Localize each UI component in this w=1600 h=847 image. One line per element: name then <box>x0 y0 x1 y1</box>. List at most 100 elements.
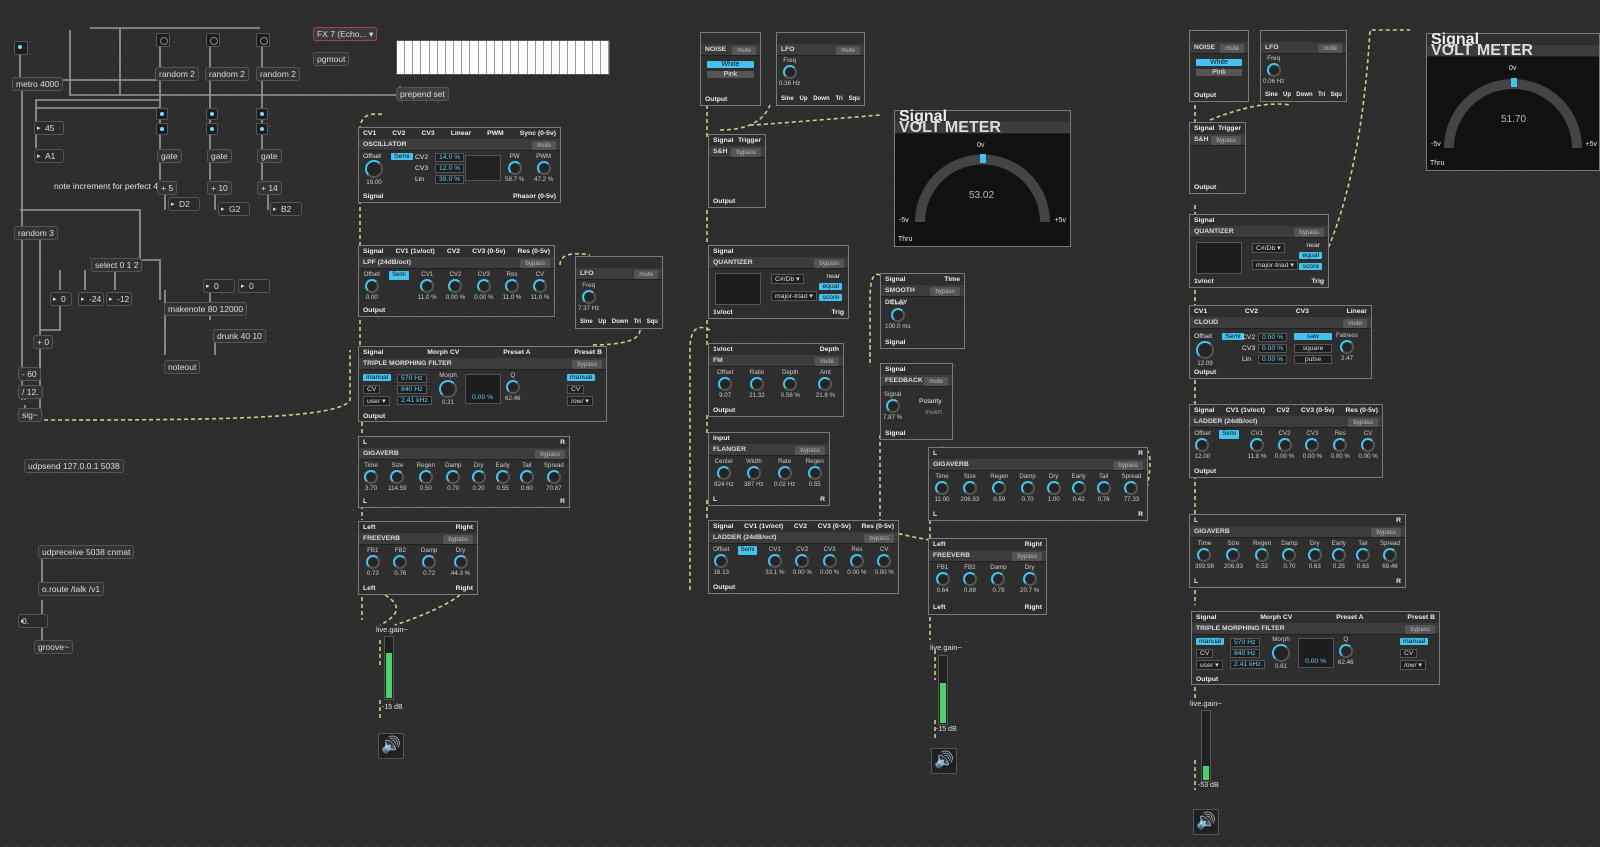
dry-knob[interactable] <box>1022 572 1037 586</box>
cv-knob[interactable] <box>532 279 547 293</box>
gate-toggle-1[interactable] <box>156 108 168 120</box>
q-knob[interactable] <box>505 380 520 394</box>
metro-object[interactable]: metro 4000 <box>12 77 63 91</box>
udpsend-object[interactable]: udpsend 127.0.0.1 5038 <box>24 459 124 473</box>
mute-button[interactable]: mute <box>1343 318 1367 328</box>
bypass-button[interactable]: bypass <box>1405 624 1435 634</box>
gain-slider-3[interactable] <box>1201 710 1211 782</box>
cv1-knob[interactable] <box>767 554 782 568</box>
cv-knob[interactable] <box>877 554 892 568</box>
fb1-knob[interactable] <box>365 555 380 569</box>
offset-knob[interactable] <box>1196 341 1214 359</box>
add-10-object[interactable]: + 10 <box>207 181 232 195</box>
quantizer-keys-display[interactable] <box>715 273 761 305</box>
semi-toggle[interactable]: Semi <box>1222 333 1244 340</box>
offset-knob[interactable] <box>1195 438 1210 452</box>
center-knob[interactable] <box>716 466 731 480</box>
bang-button-2[interactable] <box>206 33 220 47</box>
gate-toggle-5[interactable] <box>206 123 218 135</box>
minus-60-object[interactable]: - 60 <box>18 367 41 381</box>
gain-slider-2[interactable] <box>938 655 948 725</box>
bypass-button[interactable]: bypass <box>1294 227 1324 237</box>
equal-button[interactable]: equal <box>1299 252 1322 259</box>
semi-toggle[interactable]: Semi <box>389 271 409 280</box>
divide-12-object[interactable]: / 12. <box>18 385 43 399</box>
cv-knob[interactable] <box>1361 438 1376 452</box>
key-menu[interactable]: C#/Db ▾ <box>771 274 804 284</box>
equal-button[interactable]: equal <box>819 283 842 290</box>
regen-knob[interactable] <box>992 481 1007 495</box>
mute-button[interactable]: mute <box>836 45 860 55</box>
float-number-box[interactable]: 0. <box>18 614 48 628</box>
width-knob[interactable] <box>746 466 761 480</box>
fb1-knob[interactable] <box>935 572 950 586</box>
time-knob[interactable] <box>890 308 905 322</box>
morph-knob[interactable] <box>1272 644 1290 662</box>
semi-toggle[interactable]: Semi <box>391 153 413 160</box>
regen-knob[interactable] <box>1255 548 1270 562</box>
bypass-button[interactable]: bypass <box>1348 417 1378 427</box>
freq-knob[interactable] <box>782 65 797 79</box>
cv2-knob[interactable] <box>1277 438 1292 452</box>
makenote-object[interactable]: makenote 80 12000 <box>164 302 248 316</box>
drunk-object[interactable]: drunk 40 10 <box>213 329 266 343</box>
dry-knob[interactable] <box>1046 481 1061 495</box>
res-knob[interactable] <box>505 279 520 293</box>
number-box-neg12[interactable]: -12 <box>106 292 132 306</box>
freq-knob[interactable] <box>581 290 596 304</box>
spread-knob[interactable] <box>1382 548 1397 562</box>
bypass-button[interactable]: bypass <box>572 359 602 369</box>
speaker-icon-2[interactable]: 🔊 <box>931 748 957 774</box>
spread-knob[interactable] <box>1124 481 1139 495</box>
res-knob[interactable] <box>849 554 864 568</box>
oroute-object[interactable]: o.route /talk /v1 <box>38 582 105 596</box>
speaker-icon-3[interactable]: 🔊 <box>1193 809 1219 835</box>
offset-knob[interactable] <box>714 554 729 568</box>
noteout-object[interactable]: noteout <box>164 360 201 374</box>
size-knob[interactable] <box>390 470 405 484</box>
morph-knob[interactable] <box>439 380 457 398</box>
groove-object[interactable]: groove~ <box>34 640 73 654</box>
number-box-0[interactable]: 0 <box>50 292 72 306</box>
fatness-knob[interactable] <box>1340 340 1354 354</box>
number-box-45[interactable]: 45 <box>34 121 64 135</box>
offset-knob[interactable] <box>718 377 733 391</box>
offset-knob[interactable] <box>364 279 379 293</box>
user-preset-menu[interactable]: user ▾ <box>1196 660 1223 670</box>
udpreceive-object[interactable]: udpreceive 5038 cnmat <box>38 545 135 559</box>
scale-menu[interactable]: major-triad ▾ <box>1252 260 1298 270</box>
quantizer-keys-display[interactable] <box>1196 242 1242 274</box>
semi-toggle[interactable]: Semi <box>1219 430 1239 439</box>
invert-button[interactable]: Invert <box>925 409 942 416</box>
bypass-button[interactable]: bypass <box>814 258 844 268</box>
add-5-object[interactable]: + 5 <box>157 181 178 195</box>
semi-toggle[interactable]: Semi <box>737 546 758 555</box>
q-knob[interactable] <box>1338 644 1353 658</box>
damp-knob[interactable] <box>1282 548 1297 562</box>
user-preset-menu[interactable]: user ▾ <box>363 396 390 406</box>
mute-button[interactable]: mute <box>732 45 756 55</box>
damp-knob[interactable] <box>991 572 1006 586</box>
bypass-button[interactable]: bypass <box>731 147 761 157</box>
bypass-button[interactable]: bypass <box>1012 551 1042 561</box>
number-box-neg24[interactable]: -24 <box>78 292 104 306</box>
mute-button[interactable]: mute <box>815 356 839 366</box>
bypass-button[interactable]: bypass <box>930 286 960 296</box>
square-button[interactable]: square <box>1294 344 1332 353</box>
cv1-knob[interactable] <box>1249 438 1264 452</box>
tail-knob[interactable] <box>1096 481 1111 495</box>
speaker-icon-1[interactable]: 🔊 <box>378 733 404 759</box>
bypass-button[interactable]: bypass <box>443 534 473 544</box>
damp-knob[interactable] <box>1020 481 1035 495</box>
white-noise-button[interactable]: White <box>1196 59 1242 66</box>
dry-knob[interactable] <box>471 470 486 484</box>
pulse-button[interactable]: pulse <box>1294 355 1332 364</box>
random-object-3[interactable]: random 2 <box>256 67 300 81</box>
manual-button-b[interactable]: manual <box>1400 638 1429 645</box>
damp-knob[interactable] <box>422 555 437 569</box>
add-0-object[interactable]: + 0 <box>33 335 54 349</box>
cv3-knob[interactable] <box>476 279 491 293</box>
note-name-g2[interactable]: G2 <box>218 202 250 216</box>
random-object-1[interactable]: random 2 <box>155 67 199 81</box>
gate-object-1[interactable]: gate <box>157 149 182 163</box>
